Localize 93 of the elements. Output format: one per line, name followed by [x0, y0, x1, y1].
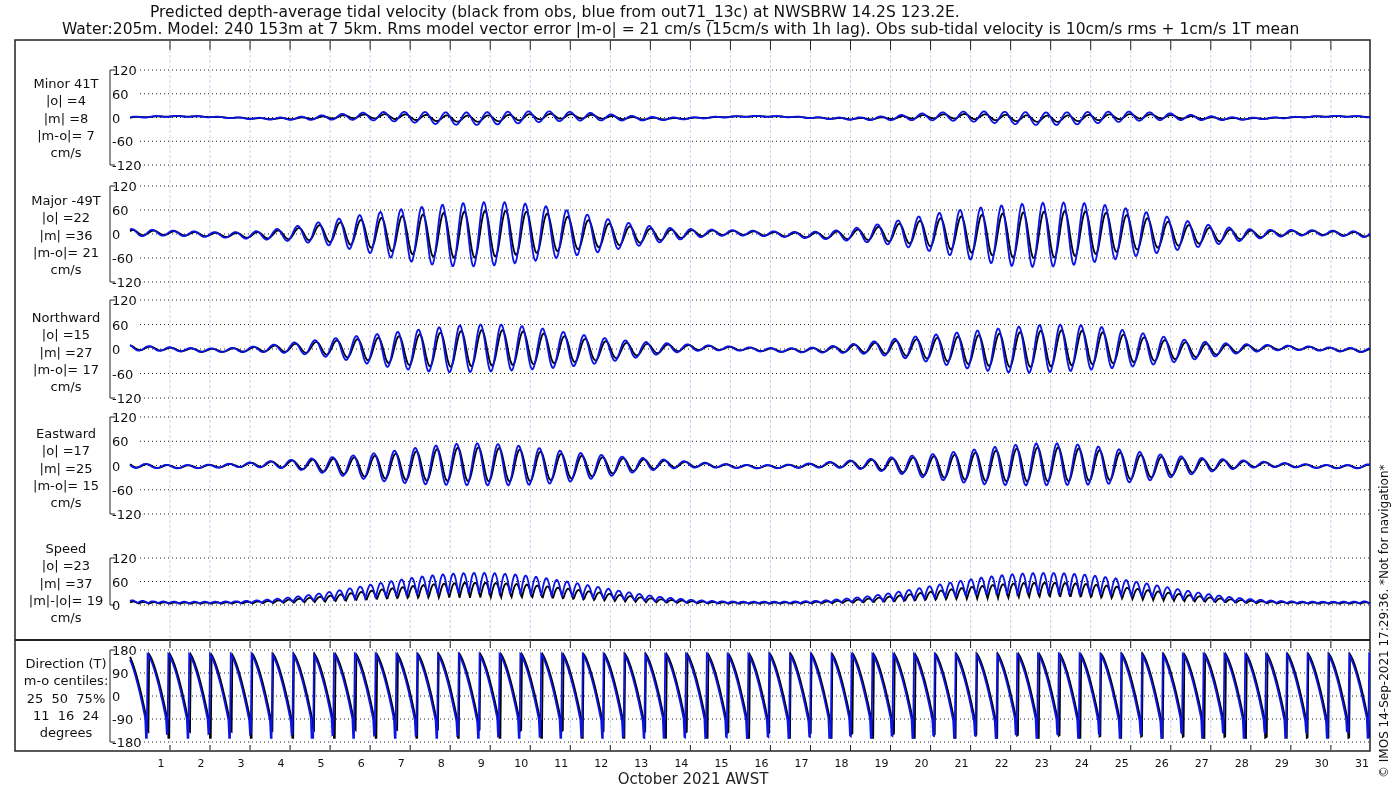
axis-tick-label: 27 [1194, 757, 1209, 770]
axis-tick-label: 21 [954, 757, 969, 770]
axis-tick-label: 30 [1314, 757, 1329, 770]
axis-tick-label: 60 [112, 574, 129, 590]
panel-stat-label: |m| =27 [39, 344, 93, 360]
axis-tick-label: 14 [674, 757, 689, 770]
chart-title: Water:205m. Model: 240 153m at 7 5km. Rms model vector error |m-o| = 21 cm/s (15cm/s with 1h lag). Obs sub-tidal velocity is 10cm/s rms + 1cm/s 1T mean [62, 20, 1300, 38]
axis-tick-label: 60 [112, 434, 129, 450]
axis-tick-label: -120 [112, 391, 142, 406]
axis-tick-label: 28 [1234, 757, 1249, 770]
axis-tick-label: -90 [112, 712, 134, 727]
panel-stat-label: |o| =4 [46, 93, 86, 109]
panel-stat-label: cm/s [50, 379, 82, 395]
axis-tick-label: 9 [477, 757, 485, 770]
axis-tick-label: 16 [754, 757, 769, 770]
axis-tick-label: 0 [112, 227, 121, 242]
axis-tick-label: 10 [514, 757, 529, 770]
axis-tick-label: 1 [157, 757, 165, 770]
axis-tick-label: -120 [112, 507, 142, 522]
panel-stat-label: m-o centiles: [23, 673, 109, 689]
axis-tick-label: 180 [112, 643, 137, 658]
chart-title: Predicted depth-average tidal velocity (black from obs, blue from out71_13c) at NWSBRW 14.2S 123.2E. [150, 3, 960, 21]
axis-tick-label: -180 [112, 735, 142, 750]
panel-stat-label: cm/s [50, 262, 82, 278]
axis-tick-label: 120 [112, 551, 137, 566]
axis-tick-label: 17 [794, 757, 809, 770]
axis-tick-label: 60 [112, 317, 129, 333]
axis-tick-label: -60 [112, 134, 134, 150]
axis-tick-label: 18 [834, 757, 849, 770]
axis-tick-label: 0 [112, 342, 121, 357]
axis-tick-label: 3 [237, 757, 245, 770]
axis-tick-label: 15 [714, 757, 729, 770]
axis-tick-label: -120 [112, 158, 142, 173]
axis-tick-label: 120 [112, 179, 137, 194]
panel-stat-label: |o| =23 [41, 558, 91, 574]
axis-tick-label: -60 [112, 366, 134, 382]
axis-tick-label: 120 [112, 410, 137, 425]
axis-tick-label: 120 [112, 293, 137, 308]
panel-stat-label: degrees [39, 725, 93, 741]
axis-tick-label: 13 [634, 757, 649, 770]
axis-tick-label: 60 [112, 203, 129, 218]
axis-tick-label: 23 [1034, 757, 1049, 770]
panel-stat-label: 11 16 24 [32, 707, 100, 723]
axis-tick-label: 90 [112, 666, 129, 681]
axis-title: October 2021 AWST [617, 770, 769, 788]
axis-tick-label: 29 [1274, 757, 1289, 770]
axis-tick-label: 19 [874, 757, 889, 770]
axis-tick-label: 5 [317, 757, 325, 770]
axis-tick-label: 11 [554, 757, 569, 770]
axis-tick-label: 7 [397, 757, 405, 770]
panel-stat-label: Direction (T) [25, 656, 107, 671]
panel-stat-label: |m-o|= 15 [33, 477, 99, 493]
panel-stat-label: |o| =15 [41, 327, 91, 343]
axis-tick-label: 4 [277, 757, 285, 770]
panel-stat-label: cm/s [50, 145, 82, 161]
panel-stat-label: |m| =8 [43, 110, 89, 126]
panel-stat-label: |m-o|= 21 [33, 244, 99, 260]
axis-tick-label: -60 [112, 251, 134, 266]
axis-tick-label: 31 [1354, 757, 1369, 770]
axis-tick-label: 12 [594, 757, 609, 770]
axis-tick-label: 0 [112, 458, 121, 474]
panel-stat-label: cm/s [50, 610, 82, 626]
axis-tick-label: -60 [112, 482, 134, 498]
axis-tick-label: 60 [112, 86, 129, 102]
axis-tick-label: 6 [357, 757, 365, 770]
panel-stat-label: Major -49T [31, 193, 101, 208]
panel-stat-label: Minor 41T [33, 76, 99, 91]
axis-tick-label: 22 [994, 757, 1009, 770]
credit-text: © IMOS 14-Sep-2021 17:29:36. *Not for navigation* [1377, 464, 1391, 778]
axis-tick-label: 26 [1154, 757, 1169, 770]
panel-stat-label: |o| =17 [41, 443, 91, 459]
axis-tick-label: 120 [112, 63, 137, 78]
panel-stat-label: |m| =25 [39, 460, 93, 476]
panel-stat-label: Speed [45, 541, 87, 556]
axis-tick-label: 8 [437, 757, 445, 770]
axis-tick-label: 0 [112, 110, 121, 126]
panel-stat-label: cm/s [50, 495, 82, 511]
axis-tick-label: 25 [1114, 757, 1129, 770]
panel-stat-label: |m| =36 [39, 227, 93, 243]
panel-stat-label: |o| =22 [41, 210, 91, 226]
panel-stat-label: |m| =37 [39, 575, 93, 591]
panel-stat-label: Northward [31, 310, 101, 325]
axis-tick-label: 0 [112, 598, 121, 613]
axis-tick-label: 24 [1074, 757, 1089, 770]
axis-tick-label: 0 [112, 689, 121, 704]
axis-tick-label: 2 [197, 757, 205, 770]
panel-stat-label: Eastward [36, 426, 96, 441]
panel-stat-label: |m|-|o|= 19 [28, 592, 104, 608]
panel-stat-label: |m-o|= 17 [33, 361, 99, 377]
panel-stat-label: |m-o|= 7 [37, 127, 95, 143]
axis-tick-label: -120 [112, 275, 142, 290]
panel-stat-label: 25 50 75% [26, 690, 106, 706]
axis-tick-label: 20 [914, 757, 929, 770]
